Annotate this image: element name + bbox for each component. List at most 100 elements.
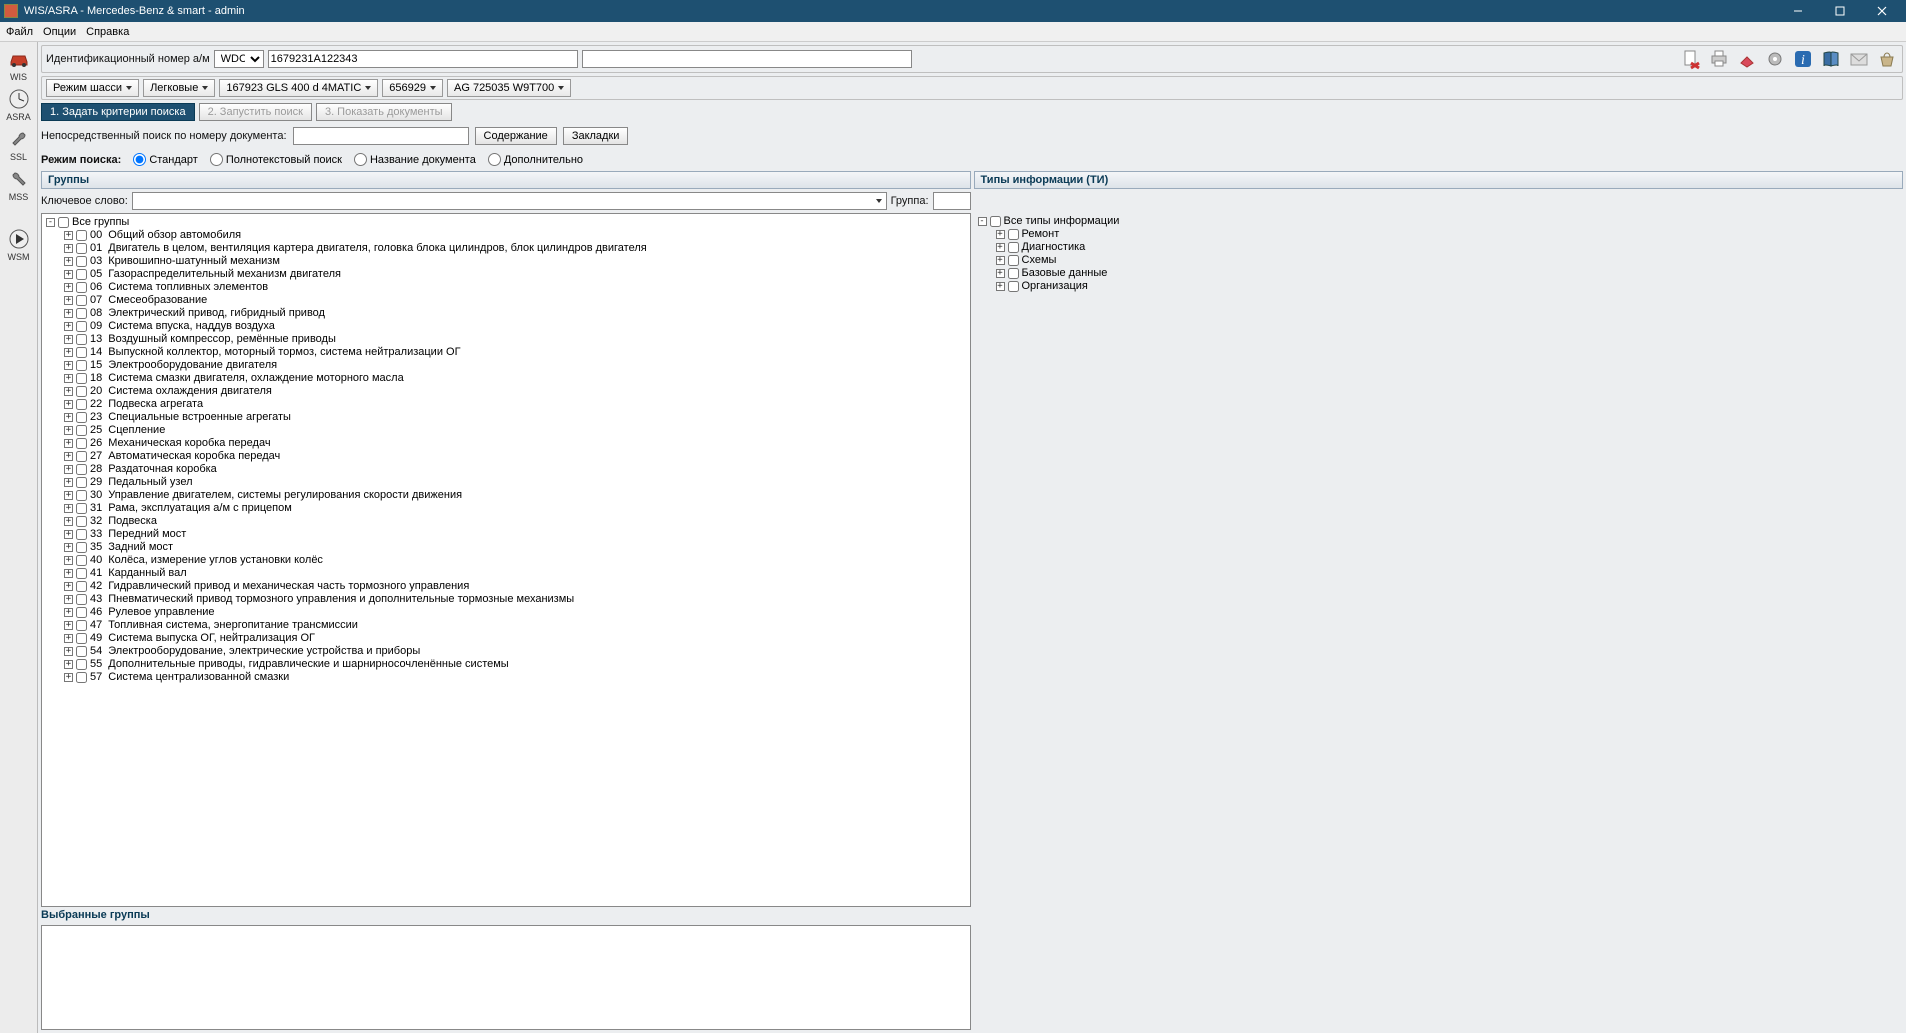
chassis-type-button[interactable]: Легковые [143, 79, 215, 97]
expand-icon[interactable] [64, 660, 73, 669]
docnumber-input[interactable] [293, 127, 469, 145]
tree-checkbox[interactable] [1008, 255, 1019, 266]
itypes-node[interactable]: Схемы [996, 254, 1900, 267]
groups-tree-wrap[interactable]: Все группы00Общий обзор автомобиля01Двиг… [41, 213, 971, 907]
itypes-node[interactable]: Диагностика [996, 241, 1900, 254]
tree-node[interactable]: 09Система впуска, наддув воздуха [64, 320, 966, 333]
itypes-node[interactable]: Ремонт [996, 228, 1900, 241]
tree-node[interactable]: 33Передний мост [64, 528, 966, 541]
nav-wsm[interactable]: WSM [2, 226, 36, 264]
expand-icon[interactable] [64, 439, 73, 448]
tree-checkbox[interactable] [1008, 268, 1019, 279]
tree-node[interactable]: 49Система выпуска ОГ, нейтрализация ОГ [64, 632, 966, 645]
expand-icon[interactable] [64, 374, 73, 383]
tree-checkbox[interactable] [76, 607, 87, 618]
tree-checkbox[interactable] [76, 451, 87, 462]
basket-icon[interactable] [1876, 48, 1898, 70]
tree-node[interactable]: 01Двигатель в целом, вентиляция картера … [64, 242, 966, 255]
expand-icon[interactable] [64, 231, 73, 240]
keyword-combo[interactable] [132, 192, 887, 210]
expand-icon[interactable] [64, 478, 73, 487]
tree-checkbox[interactable] [76, 464, 87, 475]
tree-node[interactable]: 05Газораспределительный механизм двигате… [64, 268, 966, 281]
step1-button[interactable]: 1. Задать критерии поиска [41, 103, 195, 121]
tree-checkbox[interactable] [76, 620, 87, 631]
tree-checkbox[interactable] [76, 503, 87, 514]
expand-icon[interactable] [64, 244, 73, 253]
keyword-input[interactable] [132, 192, 887, 210]
tree-node[interactable]: 54Электрооборудование, электрические уст… [64, 645, 966, 658]
expand-icon[interactable] [64, 283, 73, 292]
expand-icon[interactable] [64, 257, 73, 266]
group-input[interactable] [933, 192, 971, 210]
book-icon[interactable] [1820, 48, 1842, 70]
tree-node[interactable]: 08Электрический привод, гибридный привод [64, 307, 966, 320]
collapse-icon[interactable] [46, 218, 55, 227]
chassis-trans-button[interactable]: AG 725035 W9T700 [447, 79, 571, 97]
tree-node[interactable]: 46Рулевое управление [64, 606, 966, 619]
tree-checkbox[interactable] [76, 230, 87, 241]
tree-checkbox[interactable] [76, 282, 87, 293]
tree-checkbox[interactable] [76, 529, 87, 540]
expand-icon[interactable] [64, 413, 73, 422]
tree-node[interactable]: 41Карданный вал [64, 567, 966, 580]
tree-node[interactable]: 40Колёса, измерение углов установки колё… [64, 554, 966, 567]
tree-node[interactable]: 06Система топливных элементов [64, 281, 966, 294]
tree-checkbox[interactable] [76, 659, 87, 670]
tree-checkbox[interactable] [76, 373, 87, 384]
tree-node[interactable]: 14Выпускной коллектор, моторный тормоз, … [64, 346, 966, 359]
tree-checkbox[interactable] [1008, 229, 1019, 240]
expand-icon[interactable] [64, 322, 73, 331]
expand-icon[interactable] [996, 243, 1005, 252]
tree-node[interactable]: 25Сцепление [64, 424, 966, 437]
tree-node[interactable]: 13Воздушный компрессор, ремённые приводы [64, 333, 966, 346]
tree-node[interactable]: 22Подвеска агрегата [64, 398, 966, 411]
expand-icon[interactable] [64, 452, 73, 461]
eraser-icon[interactable] [1736, 48, 1758, 70]
menu-options[interactable]: Опции [43, 26, 76, 38]
tree-node[interactable]: 20Система охлаждения двигателя [64, 385, 966, 398]
expand-icon[interactable] [64, 634, 73, 643]
tree-checkbox[interactable] [76, 633, 87, 644]
expand-icon[interactable] [64, 400, 73, 409]
expand-icon[interactable] [64, 361, 73, 370]
tree-node[interactable]: 42Гидравлический привод и механическая ч… [64, 580, 966, 593]
radio-doctitle[interactable]: Название документа [354, 153, 476, 166]
tree-node[interactable]: 32Подвеска [64, 515, 966, 528]
expand-icon[interactable] [64, 335, 73, 344]
tree-checkbox[interactable] [76, 308, 87, 319]
radio-standard-input[interactable] [133, 153, 146, 166]
expand-icon[interactable] [64, 387, 73, 396]
tree-checkbox[interactable] [76, 490, 87, 501]
tree-checkbox[interactable] [76, 412, 87, 423]
radio-extra[interactable]: Дополнительно [488, 153, 583, 166]
tree-checkbox[interactable] [76, 568, 87, 579]
tree-checkbox[interactable] [76, 438, 87, 449]
expand-icon[interactable] [64, 569, 73, 578]
tree-node[interactable]: 43Пневматический привод тормозного управ… [64, 593, 966, 606]
expand-icon[interactable] [64, 348, 73, 357]
tree-checkbox[interactable] [58, 217, 69, 228]
doc-delete-icon[interactable] [1680, 48, 1702, 70]
tree-checkbox[interactable] [76, 399, 87, 410]
expand-icon[interactable] [64, 270, 73, 279]
tree-checkbox[interactable] [1008, 242, 1019, 253]
expand-icon[interactable] [64, 504, 73, 513]
tree-node[interactable]: 57Система централизованной смазки [64, 671, 966, 684]
chassis-model-button[interactable]: 167923 GLS 400 d 4MATIC [219, 79, 378, 97]
step2-button[interactable]: 2. Запустить поиск [199, 103, 312, 121]
content-button[interactable]: Содержание [475, 127, 557, 145]
tree-node[interactable]: 35Задний мост [64, 541, 966, 554]
tree-node[interactable]: 03Кривошипно-шатунный механизм [64, 255, 966, 268]
info-icon[interactable]: i [1792, 48, 1814, 70]
nav-mss[interactable]: MSS [2, 166, 36, 204]
tree-checkbox[interactable] [76, 672, 87, 683]
itypes-node[interactable]: Базовые данные [996, 267, 1900, 280]
tree-node[interactable]: 26Механическая коробка передач [64, 437, 966, 450]
expand-icon[interactable] [64, 517, 73, 526]
step3-button[interactable]: 3. Показать документы [316, 103, 452, 121]
tree-checkbox[interactable] [76, 542, 87, 553]
chassis-engine-button[interactable]: 656929 [382, 79, 443, 97]
tree-node[interactable]: 23Специальные встроенные агрегаты [64, 411, 966, 424]
expand-icon[interactable] [64, 296, 73, 305]
